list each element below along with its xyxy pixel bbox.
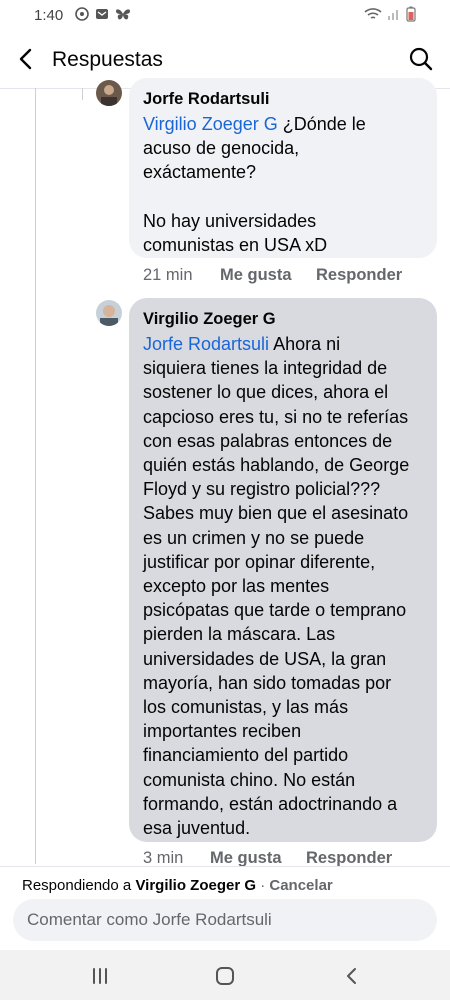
reply-button[interactable]: Responder xyxy=(316,266,402,285)
system-icons xyxy=(364,6,416,22)
comment-body: ¿Dónde le acuso de genocida, exáctamente… xyxy=(143,114,366,256)
system-nav-bar xyxy=(0,950,450,1000)
comment-text: Jorfe Rodartsuli Ahora ni siquiera tiene… xyxy=(143,332,423,840)
comment-bubble-highlighted: Virgilio Zoeger G Jorfe Rodartsuli Ahora… xyxy=(129,298,437,842)
recent-apps-icon[interactable] xyxy=(88,964,112,988)
comment-time: 21 min xyxy=(143,266,193,284)
thread-connector-line xyxy=(35,88,36,864)
replying-to-line: Respondiendo a Virgilio Zoeger G · Cance… xyxy=(22,877,333,894)
battery-icon xyxy=(406,6,416,22)
separator: · xyxy=(256,877,270,894)
reply-button[interactable]: Responder xyxy=(306,849,392,866)
avatar[interactable] xyxy=(96,300,122,326)
status-time: 1:40 xyxy=(34,7,64,24)
reply-composer: Respondiendo a Virgilio Zoeger G · Cance… xyxy=(0,866,450,951)
avatar[interactable] xyxy=(96,80,122,106)
comment-bubble: Jorfe Rodartsuli Virgilio Zoeger G ¿Dónd… xyxy=(129,78,437,258)
comment-time: 3 min xyxy=(143,849,184,866)
replying-to-name: Virgilio Zoeger G xyxy=(135,877,257,894)
butterfly-icon xyxy=(116,9,130,20)
replying-prefix: Respondiendo a xyxy=(22,877,136,894)
cancel-reply-button[interactable]: Cancelar xyxy=(269,877,332,894)
back-nav-icon[interactable] xyxy=(340,964,364,988)
comment-author[interactable]: Virgilio Zoeger G xyxy=(143,308,423,330)
status-bar: 1:40 xyxy=(0,0,450,32)
comment-input[interactable] xyxy=(13,899,437,941)
comment-mention[interactable]: Jorfe Rodartsuli xyxy=(143,334,269,354)
notification-icons xyxy=(75,7,131,21)
back-arrow-icon[interactable] xyxy=(14,47,38,71)
comment-actions: 21 min Me gusta Responder xyxy=(143,266,402,285)
like-button[interactable]: Me gusta xyxy=(210,849,306,866)
wifi-icon xyxy=(364,8,382,19)
comment-actions: 3 min Me gusta Responder xyxy=(143,849,392,866)
comment-text: Virgilio Zoeger G ¿Dónde le acuso de gen… xyxy=(143,112,423,257)
comment-body: Ahora ni siquiera tienes la integridad d… xyxy=(143,334,410,839)
like-button[interactable]: Me gusta xyxy=(220,266,316,285)
page-title: Respuestas xyxy=(52,48,163,71)
home-icon[interactable] xyxy=(213,964,237,988)
comment-mention[interactable]: Virgilio Zoeger G xyxy=(143,114,278,134)
signal-icon xyxy=(388,10,398,20)
comment-author[interactable]: Jorfe Rodartsuli xyxy=(143,88,423,110)
mail-icon xyxy=(96,9,108,19)
reply-connector-line xyxy=(82,88,83,100)
search-icon[interactable] xyxy=(408,46,434,72)
messenger-icon xyxy=(75,7,89,21)
